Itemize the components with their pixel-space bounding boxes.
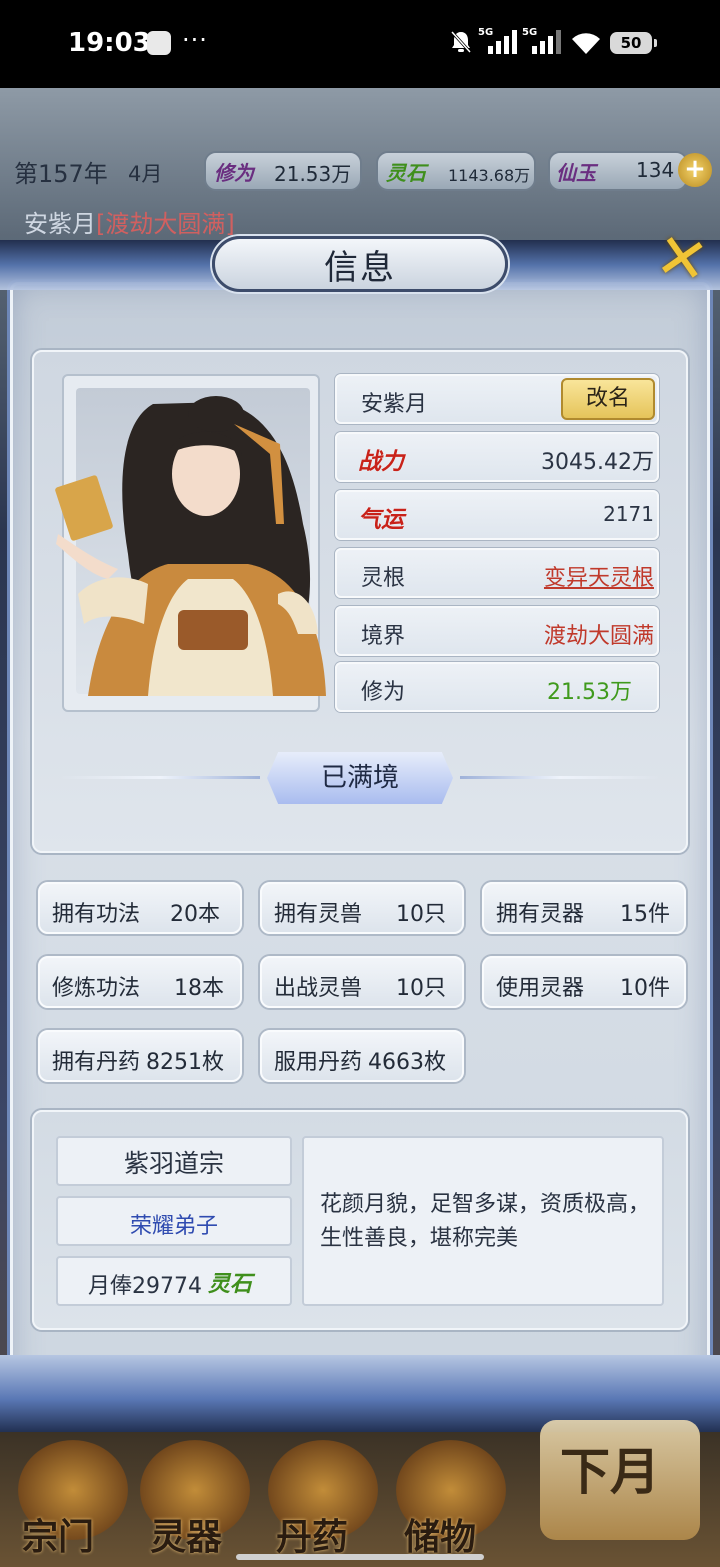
cultivation-value: 21.53万 (274, 162, 352, 186)
realm-divider-left (60, 776, 260, 779)
realm-label: 境界 (361, 624, 406, 649)
combat-power-label: 战力 (358, 449, 404, 475)
sect-rank: 荣耀弟子 (129, 1214, 218, 1239)
sect-salary-unit: 灵石 (208, 1272, 253, 1297)
used-artifacts-label: 使用灵器 (496, 976, 585, 1001)
cultivation-row-label: 修为 (361, 680, 406, 705)
next-month-label: 下月 (560, 1443, 660, 1501)
consumed-pills-label: 服用丹药 (274, 1050, 363, 1075)
spirit-root-value[interactable]: 变异天灵根 (544, 560, 654, 592)
jade-value: 134 (636, 158, 675, 182)
nav-storage[interactable]: 储物 (404, 1508, 476, 1560)
wifi-icon (570, 32, 602, 59)
status-bar: 19:03 ··· 5G 5G 50 (0, 0, 720, 88)
signal-icon-1 (488, 30, 518, 59)
hero-realm: [渡劫大圆满] (96, 210, 235, 238)
luck-label: 气运 (358, 507, 404, 533)
status-time: 19:03 (68, 28, 151, 58)
character-portrait (48, 384, 326, 696)
hero-name: 安紫月 (24, 210, 96, 238)
signal-icon-2 (532, 30, 562, 59)
realm-value: 渡劫大圆满 (543, 624, 654, 649)
home-indicator[interactable] (236, 1554, 484, 1560)
owned-artifacts-label: 拥有灵器 (496, 902, 585, 927)
more-dots: ··· (182, 26, 208, 54)
realm-full-button[interactable]: 已满境 (267, 752, 453, 804)
hero-line: 安紫月[渡劫大圆满] (24, 204, 235, 239)
plus-icon[interactable]: + (678, 153, 712, 187)
sect-salary: 月俸29774 (88, 1274, 202, 1299)
jade-label: 仙玉 (556, 161, 596, 185)
owned-techniques-value: 20本 (170, 902, 220, 927)
character-description: 花颜月貌，足智多谋，资质极高，生性善良，堪称完美 (320, 1192, 651, 1251)
user-avatar-icon (147, 31, 171, 55)
game-month: 4月 (128, 162, 163, 186)
owned-pills-label: 拥有丹药 (52, 1050, 141, 1075)
spirit-stone-label: 灵石 (386, 161, 426, 185)
used-artifacts-value: 10件 (620, 976, 670, 1001)
owned-pills-value: 8251枚 (146, 1050, 224, 1075)
practiced-techniques-label: 修炼功法 (52, 976, 141, 1001)
owned-beasts-value: 10只 (396, 902, 446, 927)
nav-pills[interactable]: 丹药 (276, 1508, 348, 1560)
nav-artifacts[interactable]: 灵器 (150, 1508, 222, 1560)
battle-beasts-label: 出战灵兽 (274, 976, 363, 1001)
mute-bell-icon (450, 30, 472, 59)
cultivation-row-value: 21.53万 (547, 680, 632, 705)
character-name: 安紫月 (361, 392, 428, 417)
spirit-stone-value: 1143.68万 (448, 166, 531, 185)
cultivation-label: 修为 (214, 161, 254, 185)
owned-artifacts-value: 15件 (620, 902, 670, 927)
owned-beasts-label: 拥有灵兽 (274, 902, 363, 927)
practiced-techniques-value: 18本 (174, 976, 224, 1001)
battle-beasts-value: 10只 (396, 976, 446, 1001)
owned-techniques-label: 拥有功法 (52, 902, 141, 927)
battery-icon: 50 (610, 32, 657, 54)
nav-sect[interactable]: 宗门 (22, 1508, 94, 1560)
consumed-pills-value: 4663枚 (368, 1050, 446, 1075)
game-year: 第157年 (14, 160, 108, 188)
combat-power-value: 3045.42万 (541, 450, 654, 475)
dialog-title: 信息 (324, 248, 396, 288)
close-icon[interactable]: ✕ (642, 218, 720, 300)
realm-divider-right (460, 776, 660, 779)
luck-value: 2171 (603, 502, 654, 526)
sect-name: 紫羽道宗 (123, 1149, 224, 1178)
spirit-root-label: 灵根 (361, 566, 406, 591)
rename-button[interactable]: 改名 (561, 378, 655, 420)
